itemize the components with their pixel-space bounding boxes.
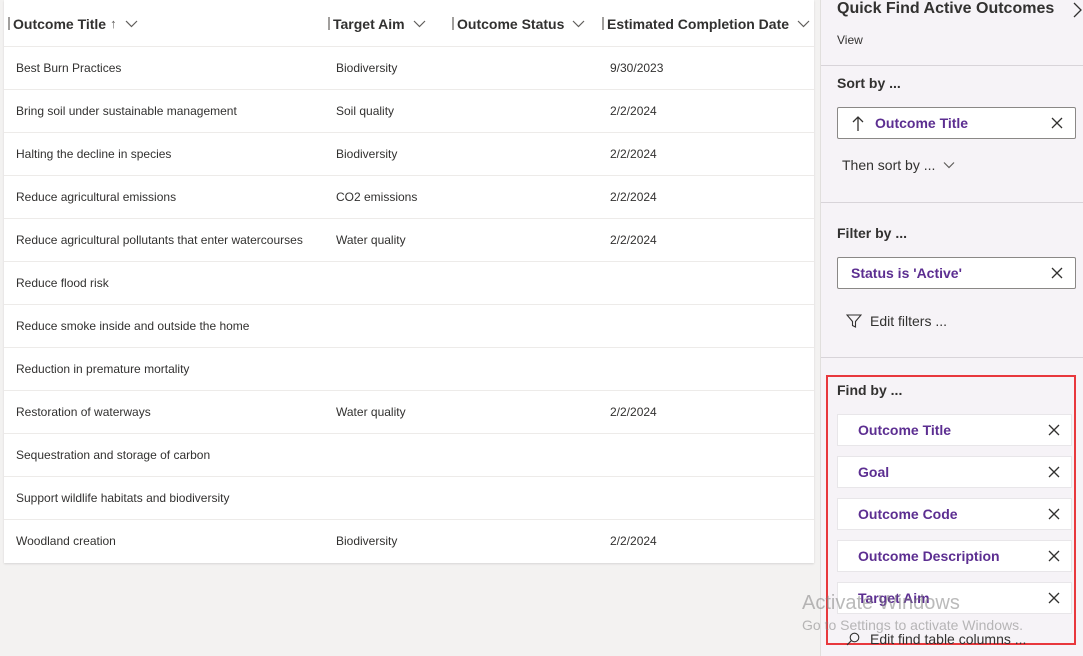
- sort-by-pill[interactable]: Outcome Title: [837, 107, 1076, 139]
- cell-completion-date: 2/2/2024: [610, 147, 657, 161]
- find-item-outcome-description[interactable]: Outcome Description: [837, 540, 1072, 572]
- table-row[interactable]: Reduce flood risk: [4, 262, 814, 305]
- divider: [821, 65, 1083, 66]
- edit-filters-button[interactable]: Edit filters ...: [846, 313, 947, 329]
- cell-completion-date: 2/2/2024: [610, 405, 657, 419]
- sort-up-arrow-icon: ↑: [110, 16, 117, 31]
- chevron-down-icon[interactable]: [572, 17, 585, 30]
- table-row[interactable]: Restoration of waterways Water quality 2/2…: [4, 391, 814, 434]
- cell-target-aim: Biodiversity: [336, 534, 398, 548]
- find-item-label: Outcome Title: [858, 422, 952, 438]
- table-row[interactable]: Reduction in premature mortality: [4, 348, 814, 391]
- close-icon[interactable]: [1051, 267, 1063, 279]
- table-row[interactable]: Sequestration and storage of carbon: [4, 434, 814, 477]
- column-header-outcome-title[interactable]: Outcome Title ↑: [8, 0, 138, 47]
- cell-outcome-title[interactable]: Reduce flood risk: [16, 262, 109, 304]
- cell-target-aim: Biodiversity: [336, 61, 398, 75]
- search-icon: [846, 632, 860, 646]
- cell-completion-date: 2/2/2024: [610, 190, 657, 204]
- table-row[interactable]: Woodland creation Biodiversity 2/2/2024: [4, 520, 814, 563]
- sort-up-arrow-icon: [852, 116, 864, 131]
- cell-target-aim: Biodiversity: [336, 147, 398, 161]
- edit-filters-label: Edit filters ...: [870, 313, 948, 329]
- cell-outcome-title[interactable]: Best Burn Practices: [16, 47, 121, 89]
- column-resize-grip[interactable]: [602, 17, 604, 30]
- cell-outcome-title[interactable]: Reduction in premature mortality: [16, 348, 189, 390]
- find-item-label: Outcome Code: [858, 506, 958, 522]
- cell-outcome-title[interactable]: Woodland creation: [16, 520, 116, 562]
- column-header-label: Target Aim: [333, 15, 405, 32]
- cell-completion-date: 9/30/2023: [610, 61, 664, 75]
- then-sort-by-label: Then sort by ...: [842, 157, 936, 173]
- find-section-label: Find by ...: [837, 382, 903, 398]
- filter-value: Status is 'Active': [851, 265, 962, 281]
- divider: [821, 202, 1083, 203]
- table-row[interactable]: Reduce smoke inside and outside the home: [4, 305, 814, 348]
- column-header-label: Outcome Title: [13, 15, 107, 32]
- cell-completion-date: 2/2/2024: [610, 534, 657, 548]
- cell-outcome-title[interactable]: Reduce agricultural pollutants that ente…: [16, 219, 303, 261]
- divider: [821, 357, 1083, 358]
- edit-find-columns-label: Edit find table columns ...: [870, 631, 1027, 647]
- cell-outcome-title[interactable]: Reduce smoke inside and outside the home: [16, 305, 249, 347]
- edit-find-columns-button[interactable]: Edit find table columns ...: [846, 631, 1026, 647]
- close-icon[interactable]: [1048, 592, 1060, 604]
- filter-icon: [846, 314, 862, 328]
- panel-title: Quick Find Active Outcomes: [837, 0, 1055, 17]
- then-sort-by-button[interactable]: Then sort by ...: [842, 157, 955, 173]
- cell-outcome-title[interactable]: Restoration of waterways: [16, 391, 151, 433]
- find-item-label: Outcome Description: [858, 548, 1000, 564]
- cell-outcome-title[interactable]: Bring soil under sustainable management: [16, 90, 237, 132]
- column-header-label: Estimated Completion Date: [607, 15, 790, 32]
- cell-outcome-title[interactable]: Support wildlife habitats and biodiversi…: [16, 477, 229, 519]
- find-item-target-aim[interactable]: Target Aim: [837, 582, 1072, 614]
- cell-target-aim: Water quality: [336, 233, 406, 247]
- column-header-estimated-completion-date[interactable]: Estimated Completion Date: [602, 0, 810, 47]
- table-row[interactable]: Reduce agricultural pollutants that ente…: [4, 219, 814, 262]
- table-row[interactable]: Bring soil under sustainable management S…: [4, 90, 814, 133]
- find-item-label: Goal: [858, 464, 890, 480]
- find-item-outcome-code[interactable]: Outcome Code: [837, 498, 1072, 530]
- column-header-outcome-status[interactable]: Outcome Status: [452, 0, 585, 47]
- cell-target-aim: CO2 emissions: [336, 190, 418, 204]
- sort-section-label: Sort by ...: [837, 75, 901, 91]
- cell-outcome-title[interactable]: Reduce agricultural emissions: [16, 176, 176, 218]
- filter-pill[interactable]: Status is 'Active': [837, 257, 1076, 289]
- find-item-label: Target Aim: [858, 590, 930, 606]
- find-item-outcome-title[interactable]: Outcome Title: [837, 414, 1072, 446]
- cell-completion-date: 2/2/2024: [610, 233, 657, 247]
- view-settings-panel: Quick Find Active Outcomes View Sort by …: [820, 0, 1083, 656]
- grid-body: Best Burn Practices Biodiversity 9/30/2023…: [4, 47, 814, 563]
- cell-target-aim: Soil quality: [336, 104, 395, 118]
- table-row[interactable]: Reduce agricultural emissions CO2 emissio…: [4, 176, 814, 219]
- chevron-right-icon[interactable]: [1071, 2, 1083, 18]
- close-icon[interactable]: [1048, 424, 1060, 436]
- outcomes-grid: Outcome Title ↑ Target Aim Outcome Statu…: [4, 0, 814, 563]
- grid-header: Outcome Title ↑ Target Aim Outcome Statu…: [4, 0, 814, 47]
- column-resize-grip[interactable]: [328, 17, 330, 30]
- sort-by-value: Outcome Title: [875, 115, 969, 131]
- cell-completion-date: 2/2/2024: [610, 104, 657, 118]
- chevron-down-icon[interactable]: [797, 17, 810, 30]
- close-icon[interactable]: [1048, 508, 1060, 520]
- panel-subtitle: View: [837, 33, 863, 47]
- table-row[interactable]: Best Burn Practices Biodiversity 9/30/2023: [4, 47, 814, 90]
- table-row[interactable]: Halting the decline in species Biodiversi…: [4, 133, 814, 176]
- column-header-label: Outcome Status: [457, 15, 565, 32]
- close-icon[interactable]: [1051, 117, 1063, 129]
- cell-target-aim: Water quality: [336, 405, 406, 419]
- filter-section-label: Filter by ...: [837, 225, 908, 241]
- column-resize-grip[interactable]: [8, 17, 10, 30]
- chevron-down-icon[interactable]: [125, 17, 138, 30]
- cell-outcome-title[interactable]: Sequestration and storage of carbon: [16, 434, 210, 476]
- column-resize-grip[interactable]: [452, 17, 454, 30]
- cell-outcome-title[interactable]: Halting the decline in species: [16, 133, 171, 175]
- find-item-goal[interactable]: Goal: [837, 456, 1072, 488]
- chevron-down-icon: [943, 162, 955, 169]
- close-icon[interactable]: [1048, 466, 1060, 478]
- chevron-down-icon[interactable]: [413, 17, 426, 30]
- table-row[interactable]: Support wildlife habitats and biodiversi…: [4, 477, 814, 520]
- column-header-target-aim[interactable]: Target Aim: [328, 0, 426, 47]
- close-icon[interactable]: [1048, 550, 1060, 562]
